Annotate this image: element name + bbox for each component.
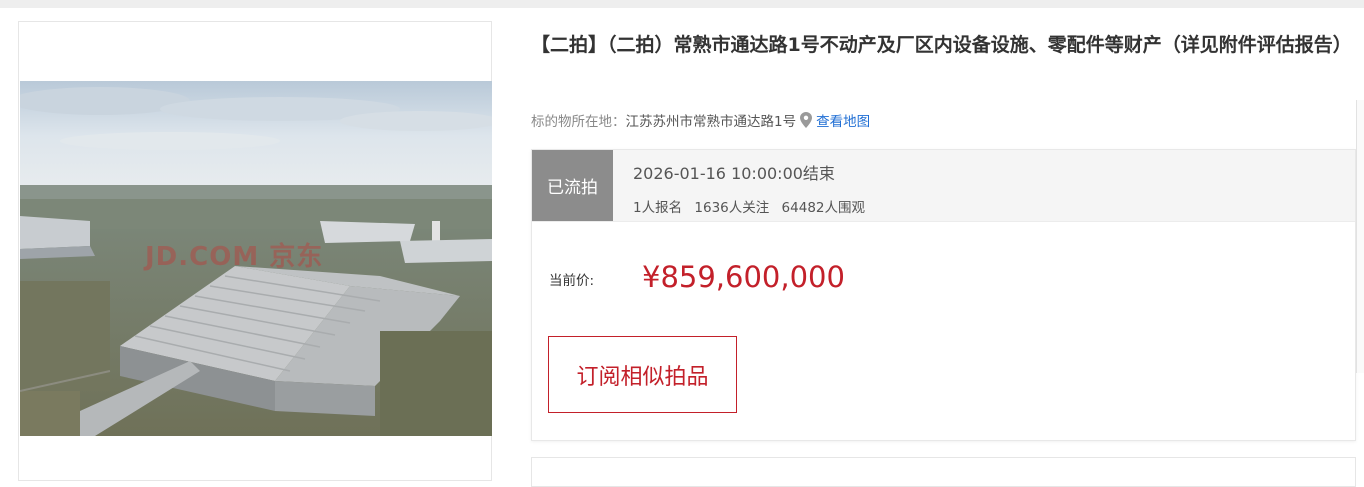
location-label: 标的物所在地： (531, 114, 626, 130)
item-photo[interactable]: JD.COM 京东 (20, 81, 492, 436)
location-value: 江苏苏州市常熟市通达路1号 (625, 114, 797, 130)
right-edge-panel (1356, 100, 1364, 373)
location-pin-icon[interactable] (800, 112, 813, 128)
followers-count: 1636人关注 (694, 200, 770, 216)
registered-count: 1人报名 (633, 200, 683, 216)
auction-status-strip: 已流拍 2026-01-16 10:00:00结束 1人报名 1636人关注 6… (532, 150, 1355, 222)
item-location: 标的物所在地： 江苏苏州市常熟市通达路1号 查看地图 (531, 108, 870, 132)
price-label: 当前价: (549, 273, 595, 289)
auction-panel: 已流拍 2026-01-16 10:00:00结束 1人报名 1636人关注 6… (531, 149, 1356, 441)
auction-stats: 1人报名 1636人关注 64482人围观 (633, 196, 873, 216)
item-image-card: JD.COM 京东 (18, 21, 492, 481)
image-watermark: JD.COM 京东 (145, 242, 324, 272)
viewers-count: 64482人围观 (781, 200, 865, 216)
status-badge: 已流拍 (532, 150, 613, 221)
subscribe-similar-button[interactable]: 订阅相似拍品 (548, 336, 737, 413)
next-panel (531, 457, 1356, 487)
current-price: ¥859,600,000 (642, 260, 845, 294)
top-divider (0, 0, 1364, 8)
item-title: 【二拍】（二拍）常熟市通达路1号不动产及厂区内设备设施、零配件等财产（详见附件评… (531, 34, 1352, 56)
auction-end-time: 2026-01-16 10:00:00结束 (633, 164, 835, 183)
view-map-link[interactable]: 查看地图 (816, 110, 870, 130)
